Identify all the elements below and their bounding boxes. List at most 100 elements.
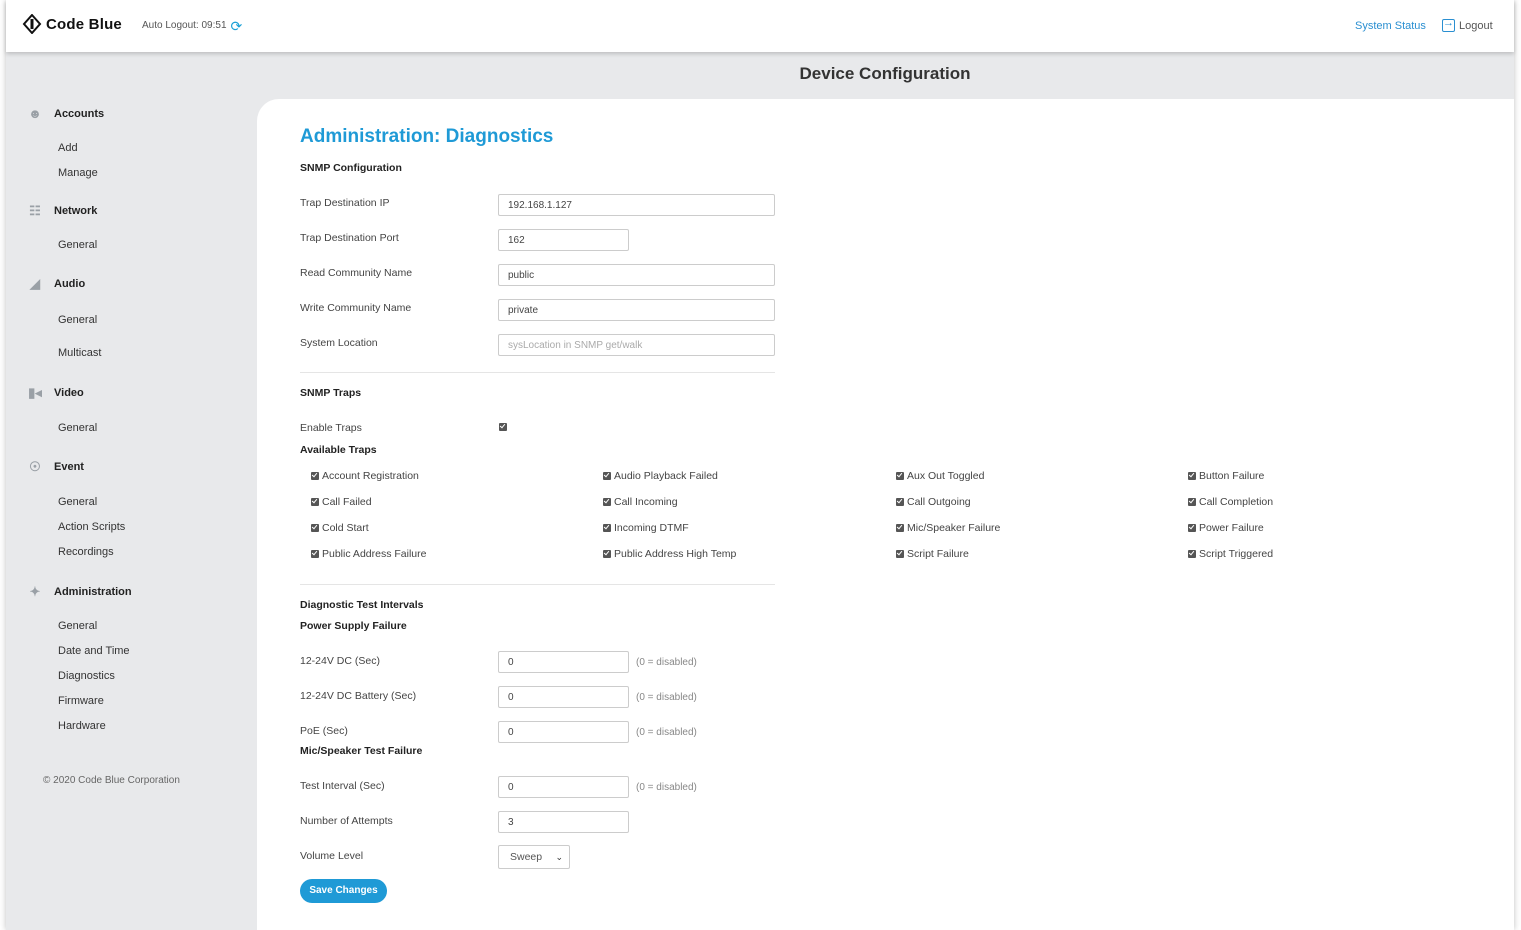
write-community-input[interactable] (498, 299, 775, 321)
trap-checkbox[interactable]: Public Address Failure (311, 548, 426, 560)
sidebar-item-network-general[interactable]: General (58, 239, 97, 251)
divider (300, 584, 775, 585)
trap-label: Cold Start (322, 522, 369, 534)
checkbox-checked-icon (603, 472, 611, 480)
trap-checkbox[interactable]: Cold Start (311, 522, 369, 534)
sidebar-item-recordings[interactable]: Recordings (58, 546, 114, 558)
sidebar-item-accounts-add[interactable]: Add (58, 142, 78, 154)
sidebar-section-administration[interactable]: ✦ Administration (26, 584, 132, 599)
dc-battery-interval-input[interactable] (498, 686, 629, 708)
trap-checkbox[interactable]: Power Failure (1188, 522, 1264, 534)
sidebar-item-firmware[interactable]: Firmware (58, 695, 104, 707)
trap-checkbox[interactable]: Mic/Speaker Failure (896, 522, 1000, 534)
trap-label: Script Triggered (1199, 548, 1274, 560)
test-interval-input[interactable] (498, 776, 629, 798)
available-traps-title: Available Traps (300, 444, 377, 456)
sidebar-section-network[interactable]: ☷ Network (26, 203, 98, 218)
sidebar-item-hardware[interactable]: Hardware (58, 720, 106, 732)
checkbox-checked-icon (311, 524, 319, 532)
trap-label: Button Failure (1199, 470, 1265, 482)
trap-label: Public Address Failure (322, 548, 427, 560)
checkbox-checked-icon (603, 524, 611, 532)
trap-label: Incoming DTMF (614, 522, 689, 534)
trap-checkbox[interactable]: Call Outgoing (896, 496, 971, 508)
power-supply-title: Power Supply Failure (300, 620, 407, 632)
logout-button[interactable]: Logout (1442, 17, 1493, 32)
copyright: © 2020 Code Blue Corporation (43, 775, 180, 786)
sidebar-section-label: Network (54, 205, 98, 217)
sidebar-item-action-scripts[interactable]: Action Scripts (58, 521, 125, 533)
trap-destination-port-input[interactable] (498, 229, 629, 251)
sidebar-item-audio-multicast[interactable]: Multicast (58, 347, 101, 359)
volume-label: Volume Level (300, 850, 364, 862)
test-interval-label: Test Interval (Sec) (300, 780, 385, 792)
system-location-input[interactable] (498, 334, 775, 356)
trap-checkbox[interactable]: Script Triggered (1188, 548, 1273, 560)
dc-interval-input[interactable] (498, 651, 629, 673)
trap-checkbox[interactable]: Button Failure (1188, 470, 1264, 482)
checkbox-checked-icon (896, 550, 904, 558)
sidebar-section-audio[interactable]: ◢ Audio (26, 277, 86, 290)
system-status-link[interactable]: System Status (1355, 20, 1426, 32)
checkbox-checked-icon (896, 498, 904, 506)
event-icon: ☉ (29, 459, 41, 474)
sidebar-section-label: Video (54, 387, 84, 399)
trap-checkbox[interactable]: Incoming DTMF (603, 522, 689, 534)
sidebar-item-date-and-time[interactable]: Date and Time (58, 645, 130, 657)
trap-label: Account Registration (322, 470, 419, 482)
trap-checkbox[interactable]: Public Address High Temp (603, 548, 736, 560)
sidebar-item-accounts-manage[interactable]: Manage (58, 167, 98, 179)
refresh-icon[interactable]: ⟳ (231, 19, 243, 33)
disabled-hint: (0 = disabled) (636, 657, 697, 668)
write-community-label: Write Community Name (300, 302, 412, 314)
checkbox-checked-icon (603, 550, 611, 558)
volume-select[interactable]: Sweep ⌄ (498, 845, 570, 869)
app-window: Code Blue Auto Logout: 09:51 ⟳ System St… (6, 0, 1514, 930)
read-community-label: Read Community Name (300, 267, 413, 279)
diagnostics-title: Diagnostic Test Intervals (300, 599, 424, 611)
system-location-label: System Location (300, 337, 378, 349)
sidebar-section-label: Accounts (54, 108, 105, 120)
trap-destination-ip-input[interactable] (498, 194, 775, 216)
brand-logo[interactable]: Code Blue (22, 14, 122, 34)
sidebar-item-event-general[interactable]: General (58, 496, 97, 508)
sidebar-item-video-general[interactable]: General (58, 422, 97, 434)
trap-label: Call Incoming (614, 496, 678, 508)
trap-ip-label: Trap Destination IP (300, 197, 390, 209)
trap-checkbox[interactable]: Aux Out Toggled (896, 470, 984, 482)
trap-checkbox[interactable]: Call Incoming (603, 496, 678, 508)
checkbox-checked-icon (603, 498, 611, 506)
trap-checkbox[interactable]: Script Failure (896, 548, 969, 560)
trap-label: Call Completion (1199, 496, 1274, 508)
attempts-label: Number of Attempts (300, 815, 393, 827)
sidebar-item-admin-general[interactable]: General (58, 620, 97, 632)
save-changes-button[interactable]: Save Changes (300, 879, 387, 903)
trap-label: Power Failure (1199, 522, 1264, 534)
auto-logout: Auto Logout: 09:51 ⟳ (142, 19, 243, 33)
logout-label: Logout (1459, 19, 1493, 32)
network-icon: ☷ (29, 203, 41, 218)
checkbox-checked-icon (311, 550, 319, 558)
attempts-input[interactable] (498, 811, 629, 833)
wrench-icon: ✦ (29, 584, 41, 599)
sidebar-section-event[interactable]: ☉ Event (26, 459, 84, 474)
poe-interval-input[interactable] (498, 721, 629, 743)
read-community-input[interactable] (498, 264, 775, 286)
enable-traps-checkbox[interactable] (499, 423, 507, 431)
checkbox-checked-icon (311, 472, 319, 480)
sidebar-item-audio-general[interactable]: General (58, 314, 97, 326)
sidebar-section-video[interactable]: ▮◂ Video (26, 386, 84, 399)
trap-checkbox[interactable]: Call Completion (1188, 496, 1273, 508)
dc-battery-label: 12-24V DC Battery (Sec) (300, 690, 417, 702)
disabled-hint: (0 = disabled) (636, 727, 697, 738)
disabled-hint: (0 = disabled) (636, 692, 697, 703)
trap-checkbox[interactable]: Audio Playback Failed (603, 470, 718, 482)
checkbox-checked-icon (311, 498, 319, 506)
trap-checkbox[interactable]: Account Registration (311, 470, 419, 482)
dc-label: 12-24V DC (Sec) (300, 655, 380, 667)
trap-checkbox[interactable]: Call Failed (311, 496, 372, 508)
sidebar-section-accounts[interactable]: ☻ Accounts (26, 107, 105, 120)
sidebar-section-label: Audio (54, 278, 86, 290)
sidebar-item-diagnostics[interactable]: Diagnostics (58, 670, 115, 682)
section-heading: Administration: Diagnostics (300, 126, 554, 147)
